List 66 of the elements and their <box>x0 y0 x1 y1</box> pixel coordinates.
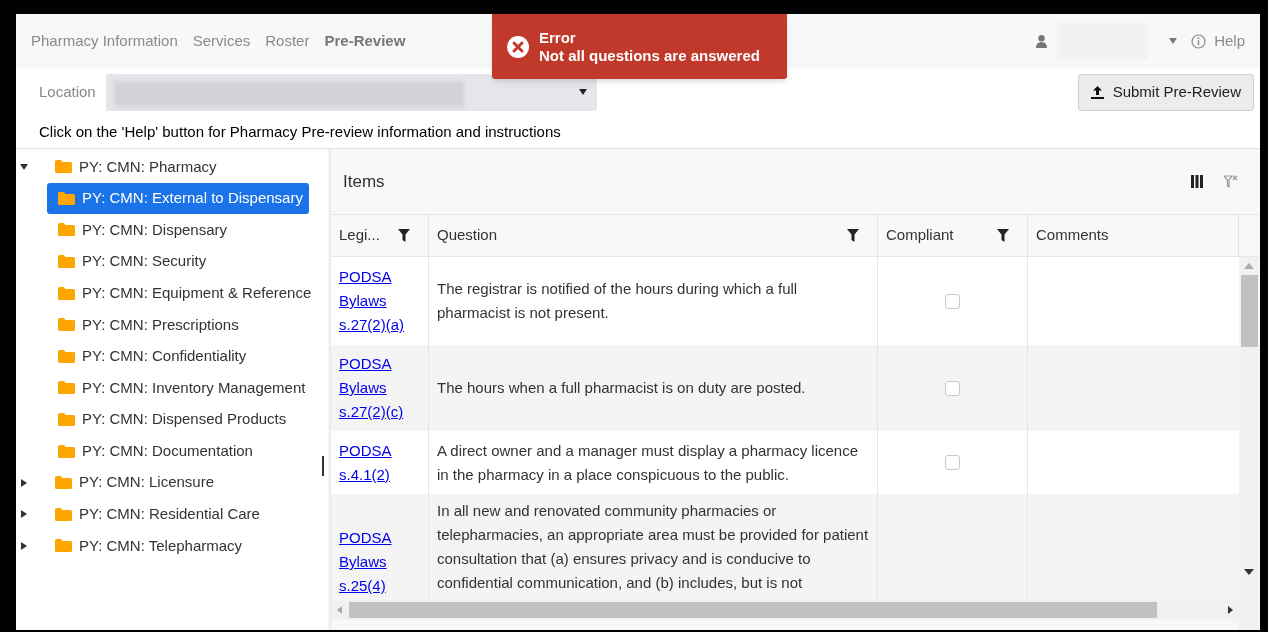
tree-item[interactable]: PY: CMN: Equipment & Reference <box>47 277 318 309</box>
toast-title: Error <box>539 28 577 47</box>
toast-message: Not all questions are answered <box>539 46 760 65</box>
tree-item[interactable]: PY: CMN: Documentation <box>47 435 259 467</box>
question-text: The registrar is notified of the hours during which a full pharmacist is not present. <box>437 279 799 323</box>
question-text: The hours when a full pharmacist is on duty are posted. <box>437 378 806 398</box>
folder-icon <box>58 318 75 332</box>
items-title: Items <box>343 170 385 193</box>
compliant-checkbox[interactable] <box>945 293 960 309</box>
caret-down-icon <box>579 89 587 95</box>
question-text: A direct owner and a manager must display a pharmacy licence in the pharmacy in a place conspicuous to the public. <box>437 440 860 485</box>
caret-right-icon[interactable] <box>20 541 28 550</box>
error-icon <box>507 35 529 58</box>
caret-down-icon[interactable] <box>20 162 28 171</box>
horizontal-scrollbar[interactable] <box>331 600 1239 620</box>
tree-item[interactable]: PY: CMN: Licensure <box>44 467 221 499</box>
scroll-right-icon[interactable] <box>1225 605 1235 615</box>
caret-right-icon[interactable] <box>20 510 28 519</box>
legislation-link[interactable]: PODSA Bylaws s.25(4) <box>339 526 420 598</box>
vertical-scrollbar[interactable] <box>1239 257 1259 630</box>
tree-item[interactable]: PY: CMN: Prescriptions <box>47 309 245 341</box>
filter-icon[interactable] <box>398 229 410 242</box>
tree-item[interactable]: PY: CMN: Confidentiality <box>47 340 253 372</box>
columns-icon[interactable] <box>1191 175 1203 188</box>
tree-item[interactable]: PY: CMN: Residential Care <box>44 498 266 530</box>
clear-filter-icon[interactable] <box>1224 174 1238 189</box>
submit-button[interactable]: Submit Pre-Review <box>1077 73 1254 111</box>
compliant-checkbox[interactable] <box>945 455 960 470</box>
folder-icon <box>55 539 72 553</box>
tree-item[interactable]: PY: CMN: Security <box>47 246 213 278</box>
folder-icon <box>55 507 72 521</box>
folder-icon <box>58 381 75 395</box>
scroll-down-icon[interactable] <box>1244 569 1254 575</box>
tree-item[interactable]: PY: CMN: Dispensed Products <box>47 404 293 436</box>
folder-icon <box>55 476 72 490</box>
location-label: Location <box>39 81 97 102</box>
legislation-link[interactable]: PODSA Bylaws s.27(2)(a) <box>339 265 420 337</box>
user-icon[interactable] <box>1036 34 1048 48</box>
filter-icon[interactable] <box>997 229 1009 242</box>
folder-icon <box>58 255 75 269</box>
caret-right-icon[interactable] <box>20 478 28 487</box>
upload-icon <box>1090 85 1104 99</box>
instructions-text: Click on the 'Help' button for Pharmacy Pre-review information and instructions <box>39 121 561 142</box>
splitter-handle[interactable] <box>322 456 324 476</box>
folder-icon <box>58 286 75 300</box>
location-dropdown[interactable] <box>106 73 597 111</box>
nav-tab[interactable]: Pre-Review <box>324 29 406 53</box>
folder-icon <box>58 349 75 363</box>
tree-item[interactable]: PY: CMN: External to Dispensary <box>47 182 309 214</box>
tree-item[interactable]: PY: CMN: Inventory Management <box>47 372 312 404</box>
scroll-thumb[interactable] <box>349 602 1157 618</box>
tree-item[interactable]: PY: CMN: Pharmacy <box>44 151 223 183</box>
question-text: In all new and renovated community pharmacies or telepharmacies, an appropriate area must be provided for patient consultation that (a) ensures privacy and is conducive to confidential communication, and (b) includes, but is not <box>437 501 869 593</box>
scroll-thumb[interactable] <box>1240 275 1258 347</box>
folder-icon <box>58 413 75 427</box>
compliant-checkbox[interactable] <box>945 380 960 396</box>
tree-item[interactable]: PY: CMN: Dispensary <box>47 214 234 246</box>
folder-icon <box>55 160 72 174</box>
info-icon[interactable] <box>1191 33 1207 49</box>
legislation-link[interactable]: PODSA s.4.1(2) <box>339 438 420 487</box>
folder-icon <box>58 444 75 458</box>
tree-item[interactable]: PY: CMN: Telepharmacy <box>44 530 249 562</box>
folder-icon <box>58 223 75 237</box>
filter-icon[interactable] <box>847 229 859 242</box>
folder-icon <box>58 191 75 205</box>
legislation-link[interactable]: PODSA Bylaws s.27(2)(c) <box>339 352 420 424</box>
